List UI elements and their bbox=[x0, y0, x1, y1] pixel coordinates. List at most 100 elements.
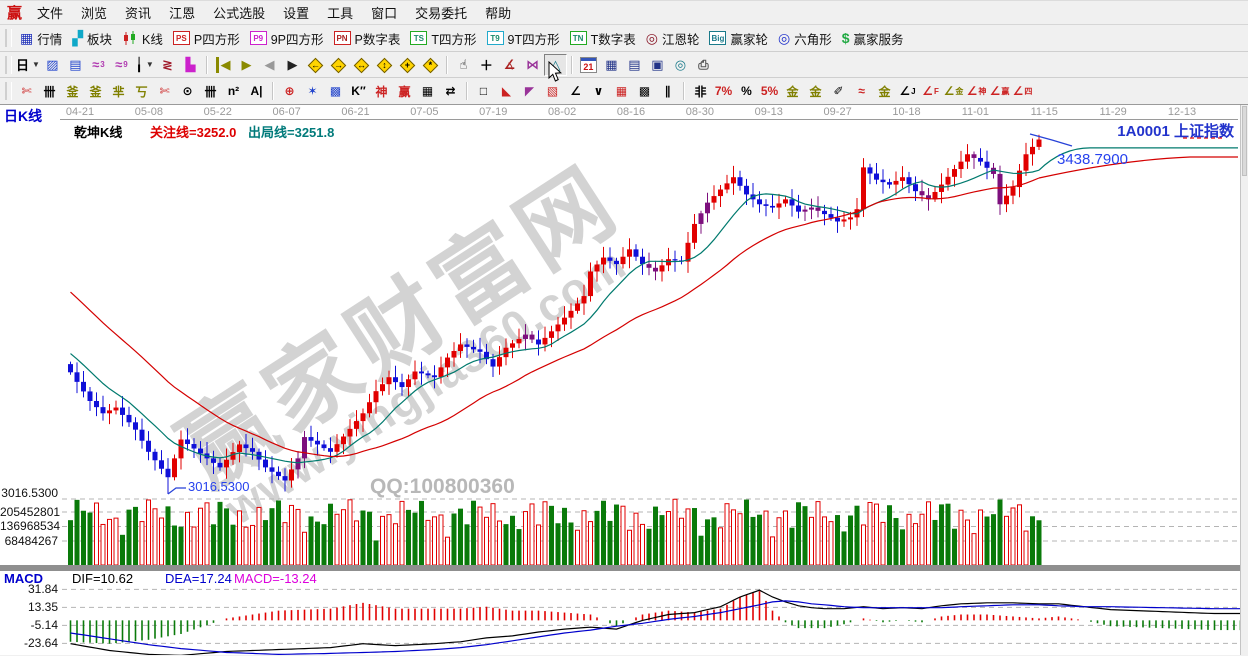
gold-tool-b[interactable]: 釜 bbox=[84, 80, 107, 102]
wave-3[interactable]: ≈3 bbox=[87, 54, 110, 76]
knife-tool[interactable]: ✄ bbox=[15, 80, 38, 102]
calculator-tool[interactable]: ▦ bbox=[600, 54, 623, 76]
span-arrows-tool[interactable]: ⇄ bbox=[439, 80, 462, 102]
menu-item-4[interactable]: 江恩 bbox=[160, 1, 204, 24]
diamond-all[interactable]: * bbox=[419, 54, 442, 76]
nav-prev[interactable]: ◀ bbox=[258, 54, 281, 76]
save-tool[interactable]: ▣ bbox=[646, 54, 669, 76]
diamond-right[interactable]: → bbox=[327, 54, 350, 76]
diamond-hmove[interactable]: ↔ bbox=[350, 54, 373, 76]
toolbar-market-quotes[interactable]: ▦行情 bbox=[15, 27, 67, 50]
seven-pct-tool[interactable]: 7% bbox=[712, 80, 735, 102]
menu-item-7[interactable]: 工具 bbox=[318, 1, 362, 24]
a-line-tool[interactable]: A| bbox=[245, 80, 268, 102]
gann-grid-tool[interactable]: ▦ bbox=[610, 80, 633, 102]
menu-item-1[interactable]: 文件 bbox=[28, 1, 72, 24]
candle-style-dropdown[interactable]: ╽▼ bbox=[133, 54, 156, 76]
nav-last[interactable]: ▶ bbox=[235, 54, 258, 76]
toolbar-kline[interactable]: K线 bbox=[117, 27, 168, 50]
pattern-window[interactable]: ▨ bbox=[41, 54, 64, 76]
toolbar-winner-service[interactable]: $赢家服务 bbox=[837, 27, 909, 50]
period-day-dropdown[interactable]: 日▼ bbox=[15, 54, 41, 76]
number-grid-tool[interactable]: ▦ bbox=[416, 80, 439, 102]
box-tool[interactable]: □ bbox=[472, 80, 495, 102]
fan-box-tool[interactable]: ◤ bbox=[518, 80, 541, 102]
diamond-vmove[interactable]: ↕ bbox=[373, 54, 396, 76]
gann-grid-tool-2[interactable]: ▩ bbox=[633, 80, 656, 102]
shen-tool[interactable]: 神 bbox=[370, 80, 393, 102]
menu-item-8[interactable]: 窗口 bbox=[362, 1, 406, 24]
memo-tool[interactable]: ▤ bbox=[623, 54, 646, 76]
angle-j-tool[interactable]: ∠J bbox=[896, 80, 919, 102]
toolbar-t-square[interactable]: TST四方形 bbox=[405, 27, 481, 50]
gold-tool-a[interactable]: 釜 bbox=[61, 80, 84, 102]
diamond-expand[interactable]: + bbox=[396, 54, 419, 76]
percent-tool[interactable]: % bbox=[735, 80, 758, 102]
five-pct-tool[interactable]: 5% bbox=[758, 80, 781, 102]
angle-lines-tool[interactable]: ∠ bbox=[564, 80, 587, 102]
info-panel[interactable]: ▤ bbox=[64, 54, 87, 76]
wave-red-tool[interactable]: ≈ bbox=[850, 80, 873, 102]
ying-tool[interactable]: 赢 bbox=[393, 80, 416, 102]
chart-area[interactable]: 赢家财富网 www.yingjia360.com QQ:100800360 日K… bbox=[0, 105, 1248, 655]
toolbar-p-square[interactable]: PSP四方形 bbox=[168, 27, 245, 50]
diamond-left[interactable]: ← bbox=[304, 54, 327, 76]
wave-9[interactable]: ≈9 bbox=[110, 54, 133, 76]
hand-tool[interactable]: ☝ bbox=[452, 54, 475, 76]
world-tool[interactable]: ◎ bbox=[669, 54, 692, 76]
toolbar-hexagon[interactable]: ◎六角形 bbox=[773, 27, 837, 50]
toolbar-draw-grip[interactable] bbox=[5, 82, 12, 100]
circle-cross-tool[interactable]: ⊕ bbox=[278, 80, 301, 102]
menu-item-5[interactable]: 公式选股 bbox=[204, 1, 274, 24]
box-arrow-tool[interactable]: ▧ bbox=[541, 80, 564, 102]
time-cycle-tool[interactable]: ⊙ bbox=[176, 80, 199, 102]
qiankun-kline[interactable]: ≷ bbox=[156, 54, 179, 76]
menu-item-2[interactable]: 浏览 bbox=[72, 1, 116, 24]
menu-item-9[interactable]: 交易委托 bbox=[406, 1, 476, 24]
print-tool[interactable]: ⎙ bbox=[692, 54, 715, 76]
fan-tool[interactable]: ◣ bbox=[495, 80, 518, 102]
angle-f-tool[interactable]: ∠F bbox=[919, 80, 942, 102]
vertical-scrollbar[interactable] bbox=[1240, 105, 1248, 655]
toolbar-main-grip[interactable] bbox=[5, 29, 12, 47]
toolbar-gann-wheel[interactable]: ◎江恩轮 bbox=[641, 27, 705, 50]
angle-tool[interactable]: ∡ bbox=[498, 54, 521, 76]
grid-lines[interactable]: 卌 bbox=[38, 80, 61, 102]
gann-shape-tool[interactable]: ⋈ bbox=[521, 54, 544, 76]
nav-first[interactable]: ◀ bbox=[212, 54, 235, 76]
toolbar-9p-square[interactable]: P99P四方形 bbox=[245, 27, 329, 50]
wave-v-tool[interactable]: ∨ bbox=[587, 80, 610, 102]
menu-item-3[interactable]: 资讯 bbox=[116, 1, 160, 24]
gold-circle-tool[interactable]: 金 bbox=[781, 80, 804, 102]
menu-item-10[interactable]: 帮助 bbox=[476, 1, 520, 24]
colored-volume[interactable]: ▙ bbox=[179, 54, 202, 76]
crosshair-tool[interactable]: ＋ bbox=[475, 54, 498, 76]
calendar-tool[interactable]: 21 bbox=[577, 54, 600, 76]
grid-lines-2[interactable]: 卌 bbox=[199, 80, 222, 102]
star-tool[interactable]: ✶ bbox=[301, 80, 324, 102]
angle-shen-tool[interactable]: ∠神 bbox=[965, 80, 988, 102]
toolbar-9t-square[interactable]: T99T四方形 bbox=[482, 27, 565, 50]
nav-next[interactable]: ▶ bbox=[281, 54, 304, 76]
angle-si-tool[interactable]: ∠四 bbox=[1011, 80, 1034, 102]
boxed-star-tool[interactable]: ▩ bbox=[324, 80, 347, 102]
gold-line-tool-2[interactable]: 金 bbox=[873, 80, 896, 102]
toolbar-p-number-table[interactable]: PNP数字表 bbox=[329, 27, 406, 50]
k-quote-tool[interactable]: K″ bbox=[347, 80, 370, 102]
angle-ying-tool[interactable]: ∠赢 bbox=[988, 80, 1011, 102]
pai-tool[interactable]: 非 bbox=[689, 80, 712, 102]
gold-f-tool[interactable]: 芈 bbox=[107, 80, 130, 102]
scrollbar-thumb[interactable] bbox=[1242, 106, 1247, 176]
toolbar-winner-wheel[interactable]: Big赢家轮 bbox=[704, 27, 773, 50]
toolbar-t-number-table[interactable]: TNT数字表 bbox=[565, 27, 641, 50]
pencil-tool[interactable]: ✐ bbox=[827, 80, 850, 102]
gold-line-tool[interactable]: 金 bbox=[804, 80, 827, 102]
knife-tool-2[interactable]: ✄ bbox=[153, 80, 176, 102]
gold-5-tool[interactable]: 丂 bbox=[130, 80, 153, 102]
toolbar-tools-grip[interactable] bbox=[5, 56, 12, 74]
parallel-lines-tool[interactable]: ∥ bbox=[656, 80, 679, 102]
menu-item-6[interactable]: 设置 bbox=[274, 1, 318, 24]
toolbar-sectors[interactable]: ▞板块 bbox=[67, 27, 117, 50]
n-square-tool[interactable]: n² bbox=[222, 80, 245, 102]
angle-gold-tool[interactable]: ∠金 bbox=[942, 80, 965, 102]
